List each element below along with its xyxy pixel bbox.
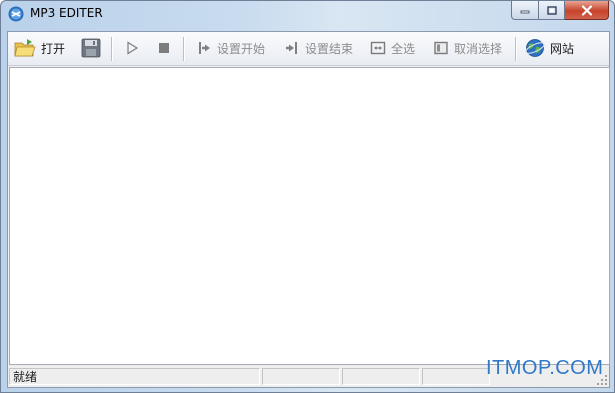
window-title: MP3 EDITER [30, 6, 103, 20]
select-all-icon [370, 41, 386, 55]
save-button[interactable] [81, 36, 101, 60]
website-label: 网站 [550, 41, 575, 56]
select-all-button[interactable]: 全选 [370, 36, 415, 60]
stop-button[interactable] [156, 36, 172, 60]
website-button[interactable]: 网站 [525, 36, 574, 60]
set-end-icon [286, 42, 297, 54]
open-button[interactable]: 打开 [14, 36, 65, 60]
folder-open-icon [14, 39, 36, 57]
floppy-disk-icon [81, 38, 101, 58]
close-icon [581, 4, 592, 16]
toolbar-separator [183, 37, 184, 61]
set-end-label: 设置结束 [305, 41, 354, 56]
status-text: 就绪 [9, 368, 260, 385]
globe-icon [525, 39, 545, 57]
editor-content-area[interactable] [9, 67, 610, 365]
maximize-icon [546, 5, 557, 15]
minimize-button[interactable] [511, 1, 539, 20]
status-panel [422, 368, 490, 385]
open-label: 打开 [41, 41, 66, 56]
maximize-button[interactable] [539, 1, 565, 20]
caption-buttons [511, 1, 609, 20]
stop-icon [159, 43, 169, 53]
set-start-icon [199, 42, 210, 54]
cancel-select-button[interactable]: 取消选择 [433, 36, 502, 60]
set-start-label: 设置开始 [217, 41, 266, 56]
select-all-label: 全选 [391, 41, 416, 56]
toolbar-separator [111, 37, 112, 61]
app-window: MP3 EDITER 打开 设置开始 设置结束 全选 取消选择 网站 就绪 [0, 0, 615, 393]
play-icon [127, 41, 139, 55]
title-bar[interactable]: MP3 EDITER [1, 1, 614, 27]
close-button[interactable] [565, 1, 609, 20]
cancel-select-label: 取消选择 [454, 41, 503, 56]
toolbar: 打开 设置开始 设置结束 全选 取消选择 网站 [8, 32, 609, 66]
client-area: 打开 设置开始 设置结束 全选 取消选择 网站 就绪 [7, 31, 610, 388]
deselect-icon [434, 41, 448, 55]
status-panel [262, 368, 340, 385]
status-panel [342, 368, 420, 385]
watermark-text: ITMOP.COM [486, 357, 604, 379]
toolbar-separator [515, 37, 516, 61]
set-end-button[interactable]: 设置结束 [284, 36, 353, 60]
play-button[interactable] [124, 36, 140, 60]
minimize-icon [520, 10, 530, 14]
app-logo-icon [8, 6, 24, 22]
set-start-button[interactable]: 设置开始 [196, 36, 265, 60]
